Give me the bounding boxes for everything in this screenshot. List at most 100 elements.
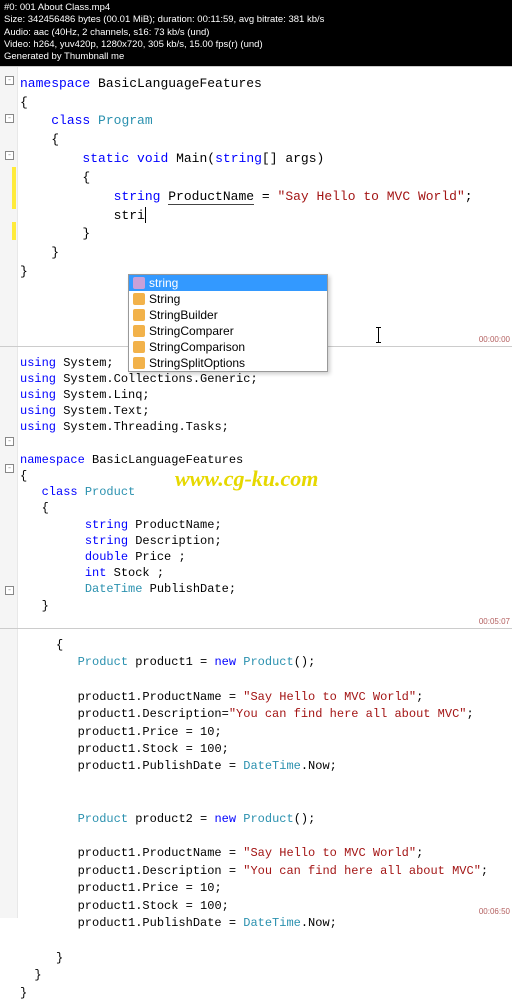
ac-label: string bbox=[149, 276, 178, 290]
keyword: namespace bbox=[20, 453, 85, 467]
using-ns: System; bbox=[63, 356, 113, 370]
gutter bbox=[0, 629, 18, 918]
class-icon bbox=[133, 309, 145, 321]
keyword: int bbox=[85, 566, 107, 580]
keyword: using bbox=[20, 372, 56, 386]
using-ns: System.Threading.Tasks; bbox=[63, 420, 229, 434]
prop: PublishDate bbox=[142, 759, 221, 773]
keyword: string bbox=[85, 534, 128, 548]
field: PublishDate; bbox=[150, 582, 236, 596]
autocomplete-item[interactable]: string bbox=[129, 275, 327, 291]
var: product1 bbox=[135, 655, 193, 669]
type-name: Product bbox=[243, 812, 293, 826]
prop: Stock bbox=[142, 899, 178, 913]
autocomplete-item[interactable]: String bbox=[129, 291, 327, 307]
string-literal: "Say Hello to MVC World" bbox=[278, 189, 465, 204]
keyword: void bbox=[137, 151, 168, 166]
keyword: double bbox=[85, 550, 128, 564]
var-error: product2 bbox=[135, 812, 193, 826]
keyword: static bbox=[82, 151, 129, 166]
partial-input: stri bbox=[114, 208, 145, 223]
var: product1 bbox=[78, 899, 136, 913]
keyword: new bbox=[214, 655, 236, 669]
intellisense-popup[interactable]: string String StringBuilder StringCompar… bbox=[128, 274, 328, 372]
number: 100 bbox=[200, 742, 222, 756]
field: Price ; bbox=[135, 550, 185, 564]
class-icon bbox=[133, 357, 145, 369]
number: 10 bbox=[200, 725, 214, 739]
editor-pane-1[interactable]: - - - namespace BasicLanguageFeatures { … bbox=[0, 66, 512, 346]
autocomplete-item[interactable]: StringBuilder bbox=[129, 307, 327, 323]
prop: Price bbox=[142, 725, 178, 739]
type-name: DateTime bbox=[243, 916, 301, 930]
ac-label: StringBuilder bbox=[149, 308, 218, 322]
type-name: DateTime bbox=[85, 582, 143, 596]
var: product1 bbox=[78, 742, 136, 756]
var: product1 bbox=[78, 864, 136, 878]
timestamp: 00:06:50 bbox=[479, 907, 510, 916]
meta-line: Size: 342456486 bytes (00.01 MiB); durat… bbox=[4, 14, 508, 26]
keyword: class bbox=[42, 485, 78, 499]
number: 100 bbox=[200, 899, 222, 913]
var: product1 bbox=[78, 916, 136, 930]
editor-pane-3[interactable]: { Product product1 = new Product(); prod… bbox=[0, 628, 512, 918]
keyword-icon bbox=[133, 277, 145, 289]
modified-indicator bbox=[12, 167, 16, 209]
keyword: using bbox=[20, 420, 56, 434]
fold-icon[interactable]: - bbox=[5, 586, 14, 595]
keyword: using bbox=[20, 404, 56, 418]
string-literal: "Say Hello to MVC World" bbox=[243, 846, 416, 860]
meta-line: Video: h264, yuv420p, 1280x720, 305 kb/s… bbox=[4, 39, 508, 51]
field: Stock ; bbox=[114, 566, 164, 580]
tail: .Now bbox=[301, 916, 330, 930]
tail: .Now bbox=[301, 759, 330, 773]
var: product1 bbox=[78, 846, 136, 860]
code-block[interactable]: { Product product1 = new Product(); prod… bbox=[0, 629, 512, 1002]
field: ProductName; bbox=[135, 518, 221, 532]
fold-icon[interactable]: - bbox=[5, 114, 14, 123]
timestamp: 00:00:00 bbox=[479, 335, 510, 344]
number: 10 bbox=[200, 881, 214, 895]
using-ns: System.Collections.Generic; bbox=[63, 372, 257, 386]
keyword: using bbox=[20, 388, 56, 402]
string-literal: "You can find here all about MVC" bbox=[229, 707, 467, 721]
modified-indicator bbox=[12, 222, 16, 240]
keyword: using bbox=[20, 356, 56, 370]
namespace-name: BasicLanguageFeatures bbox=[92, 453, 243, 467]
autocomplete-item[interactable]: StringComparer bbox=[129, 323, 327, 339]
using-ns: System.Linq; bbox=[63, 388, 149, 402]
autocomplete-item[interactable]: StringComparison bbox=[129, 339, 327, 355]
keyword: string bbox=[215, 151, 262, 166]
var: product1 bbox=[78, 759, 136, 773]
class-icon bbox=[133, 341, 145, 353]
prop: PublishDate bbox=[142, 916, 221, 930]
ac-label: StringComparer bbox=[149, 324, 234, 338]
operator: = bbox=[262, 189, 270, 204]
keyword: namespace bbox=[20, 76, 90, 91]
var: product1 bbox=[78, 725, 136, 739]
identifier: ProductName bbox=[168, 189, 254, 205]
fold-icon[interactable]: - bbox=[5, 76, 14, 85]
var: product1 bbox=[78, 690, 136, 704]
class-icon bbox=[133, 293, 145, 305]
editor-pane-2[interactable]: - - - www.cg-ku.com using System; using … bbox=[0, 346, 512, 628]
keyword: class bbox=[51, 113, 90, 128]
ac-label: String bbox=[149, 292, 180, 306]
class-icon bbox=[133, 325, 145, 337]
fold-icon[interactable]: - bbox=[5, 437, 14, 446]
type-name: Product bbox=[78, 812, 128, 826]
meta-line: #0: 001 About Class.mp4 bbox=[4, 2, 508, 14]
type-name: DateTime bbox=[243, 759, 301, 773]
prop: Description bbox=[142, 707, 221, 721]
fold-icon[interactable]: - bbox=[5, 464, 14, 473]
autocomplete-item[interactable]: StringSplitOptions bbox=[129, 355, 327, 371]
method-name: Main bbox=[176, 151, 207, 166]
var: product1 bbox=[78, 881, 136, 895]
namespace-name: BasicLanguageFeatures bbox=[98, 76, 262, 91]
using-ns: System.Text; bbox=[63, 404, 149, 418]
prop: ProductName bbox=[142, 846, 221, 860]
fold-icon[interactable]: - bbox=[5, 151, 14, 160]
class-name: Program bbox=[98, 113, 153, 128]
video-meta-header: #0: 001 About Class.mp4 Size: 342456486 … bbox=[0, 0, 512, 66]
code-block[interactable]: namespace BasicLanguageFeatures { class … bbox=[0, 67, 512, 282]
